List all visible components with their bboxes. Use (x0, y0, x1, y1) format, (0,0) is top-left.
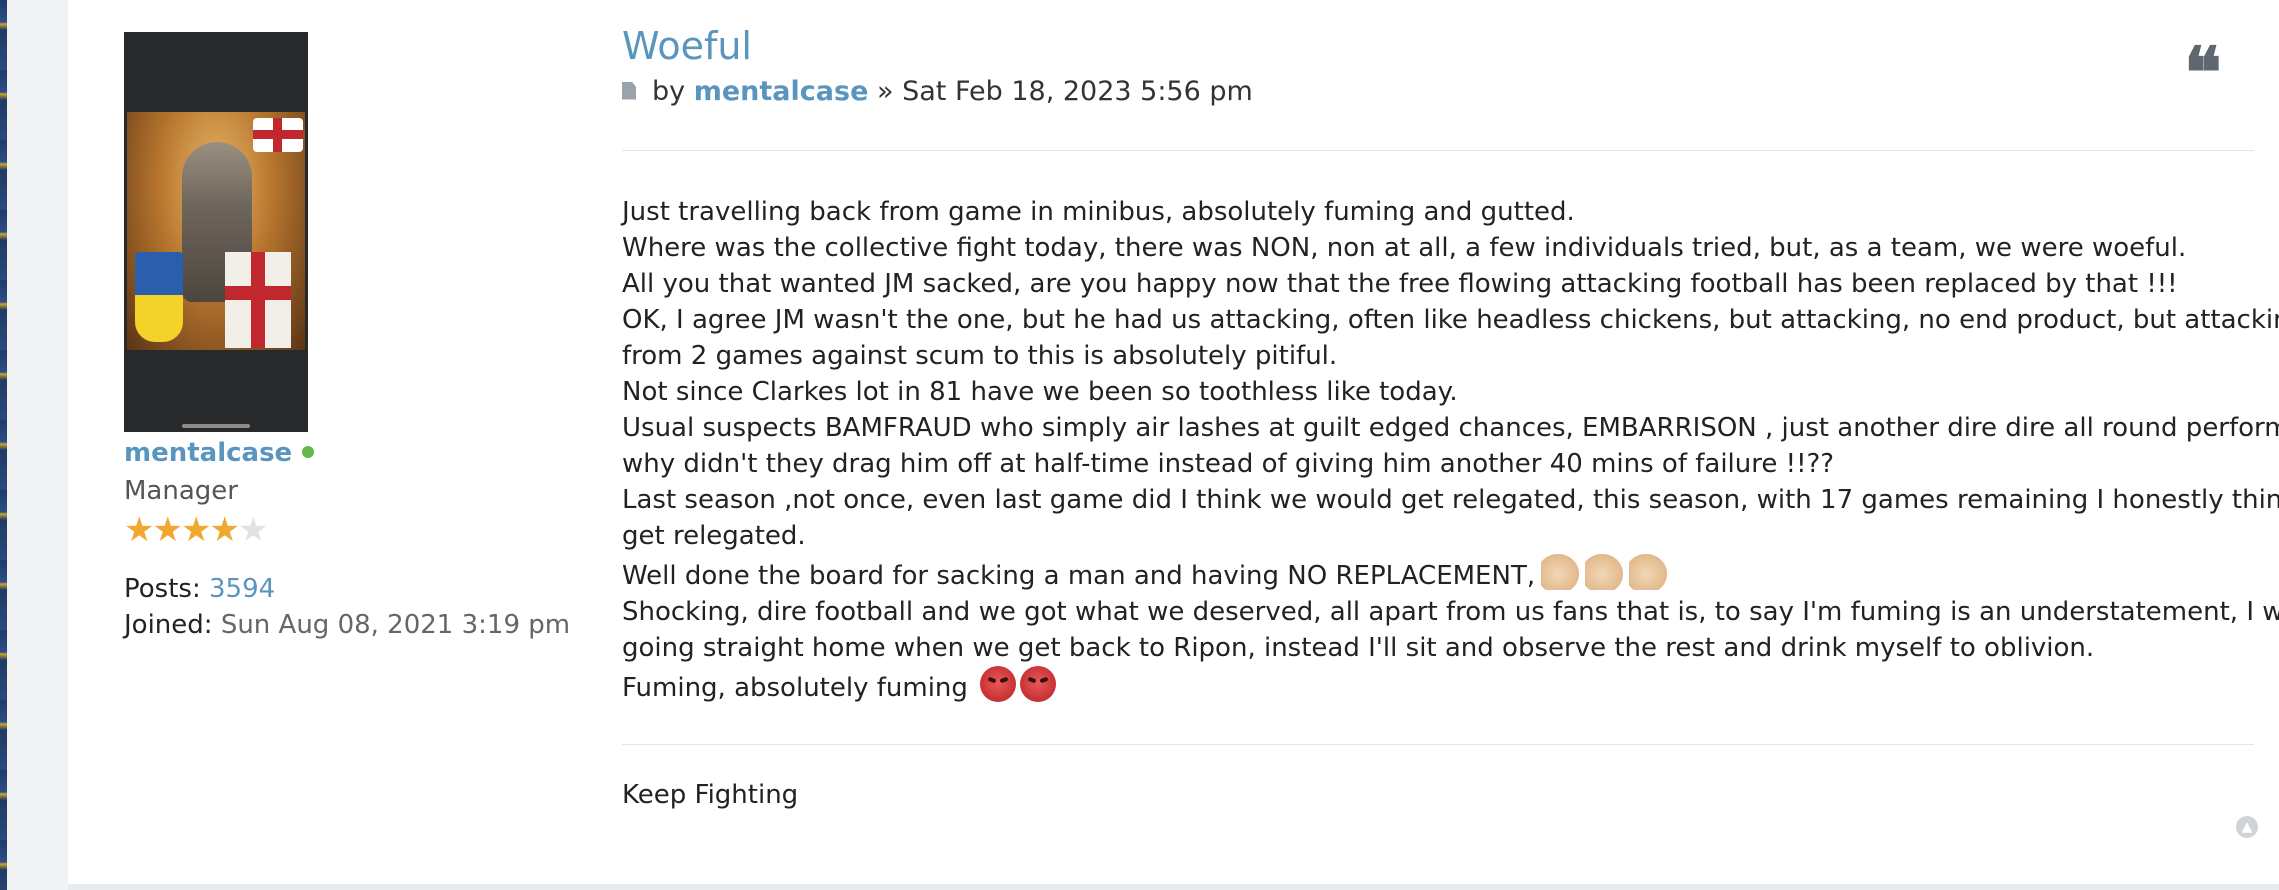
meta-separator: » (876, 76, 894, 107)
avatar-scroll-indicator (182, 424, 250, 428)
clapping-hands-icon (1585, 554, 1624, 590)
page-background-strip (0, 0, 7, 890)
post-line: OK, I agree JM wasn't the one, but he ha… (622, 305, 2279, 335)
post-line: from 2 games against scum to this is abs… (622, 341, 1338, 371)
post-line-text: Well done the board for sacking a man an… (622, 561, 1536, 591)
post-line: get relegated. (622, 521, 806, 551)
avatar[interactable] (124, 32, 308, 432)
post-author-link[interactable]: mentalcase (694, 76, 869, 107)
rank-stars: ★★★★★ (124, 510, 269, 550)
star-empty-icon: ★ (237, 510, 269, 550)
angry-face-icon (1020, 666, 1057, 702)
post-line: why didn't they drag him off at half-tim… (622, 449, 1835, 479)
profile-posts: Posts: 3594 (124, 574, 275, 604)
back-to-top-icon[interactable]: ▲ (2236, 816, 2258, 838)
clapping-hands-icon (1629, 554, 1668, 590)
post-line: Not since Clarkes lot in 81 have we been… (622, 377, 1458, 407)
post-line-with-emoji: Fuming, absolutely fuming (622, 666, 2279, 706)
star-icon: ★ (124, 510, 155, 550)
angry-face-icon (980, 666, 1017, 702)
post-line: Just travelling back from game in minibu… (622, 197, 1575, 227)
quote-icon[interactable]: ❝ (2184, 38, 2222, 108)
post-line-text: Fuming, absolutely fuming (622, 673, 968, 703)
profile-username[interactable]: mentalcase (124, 438, 315, 468)
clapping-hands-icon (1541, 554, 1580, 590)
signature-divider (622, 744, 2254, 745)
post-content: Just travelling back from game in minibu… (622, 194, 2279, 706)
post-line: Where was the collective fight today, th… (622, 233, 2187, 263)
star-icon: ★ (152, 510, 183, 550)
post-line: going straight home when we get back to … (622, 633, 2095, 663)
star-icon: ★ (209, 510, 240, 550)
england-flag-icon (253, 118, 303, 152)
post-document-icon[interactable] (622, 81, 636, 100)
post-meta: by mentalcase » Sat Feb 18, 2023 5:56 pm (622, 76, 1253, 107)
header-divider (622, 150, 2254, 151)
post-date: Sat Feb 18, 2023 5:56 pm (902, 76, 1253, 107)
post-signature: Keep Fighting (622, 780, 799, 810)
page-gutter (7, 0, 68, 890)
post-line: Last season ,not once, even last game di… (622, 485, 2279, 515)
forum-post: mentalcase Manager ★★★★★ Posts: 3594 Joi… (68, 0, 2279, 884)
profile-joined: Joined: Sun Aug 08, 2021 3:19 pm (124, 610, 570, 640)
by-label: by (652, 76, 686, 107)
post-line: Shocking, dire football and we got what … (622, 597, 2279, 627)
post-line: All you that wanted JM sacked, are you h… (622, 269, 2178, 299)
posts-count-link[interactable]: 3594 (209, 574, 275, 604)
joined-date: Sun Aug 08, 2021 3:19 pm (220, 610, 571, 640)
star-icon: ★ (180, 510, 212, 550)
joined-label: Joined: (124, 610, 213, 640)
avatar-image (127, 112, 305, 350)
username-link[interactable]: mentalcase (124, 438, 292, 468)
post-title[interactable]: Woeful (622, 24, 752, 68)
post-line-with-emoji: Well done the board for sacking a man an… (622, 554, 2279, 594)
post-line: Usual suspects BAMFRAUD who simply air l… (622, 413, 2279, 443)
posts-label: Posts: (124, 574, 201, 604)
user-rank: Manager (124, 476, 238, 506)
online-status-icon (302, 445, 315, 458)
post-bottom-edge (68, 884, 2279, 890)
